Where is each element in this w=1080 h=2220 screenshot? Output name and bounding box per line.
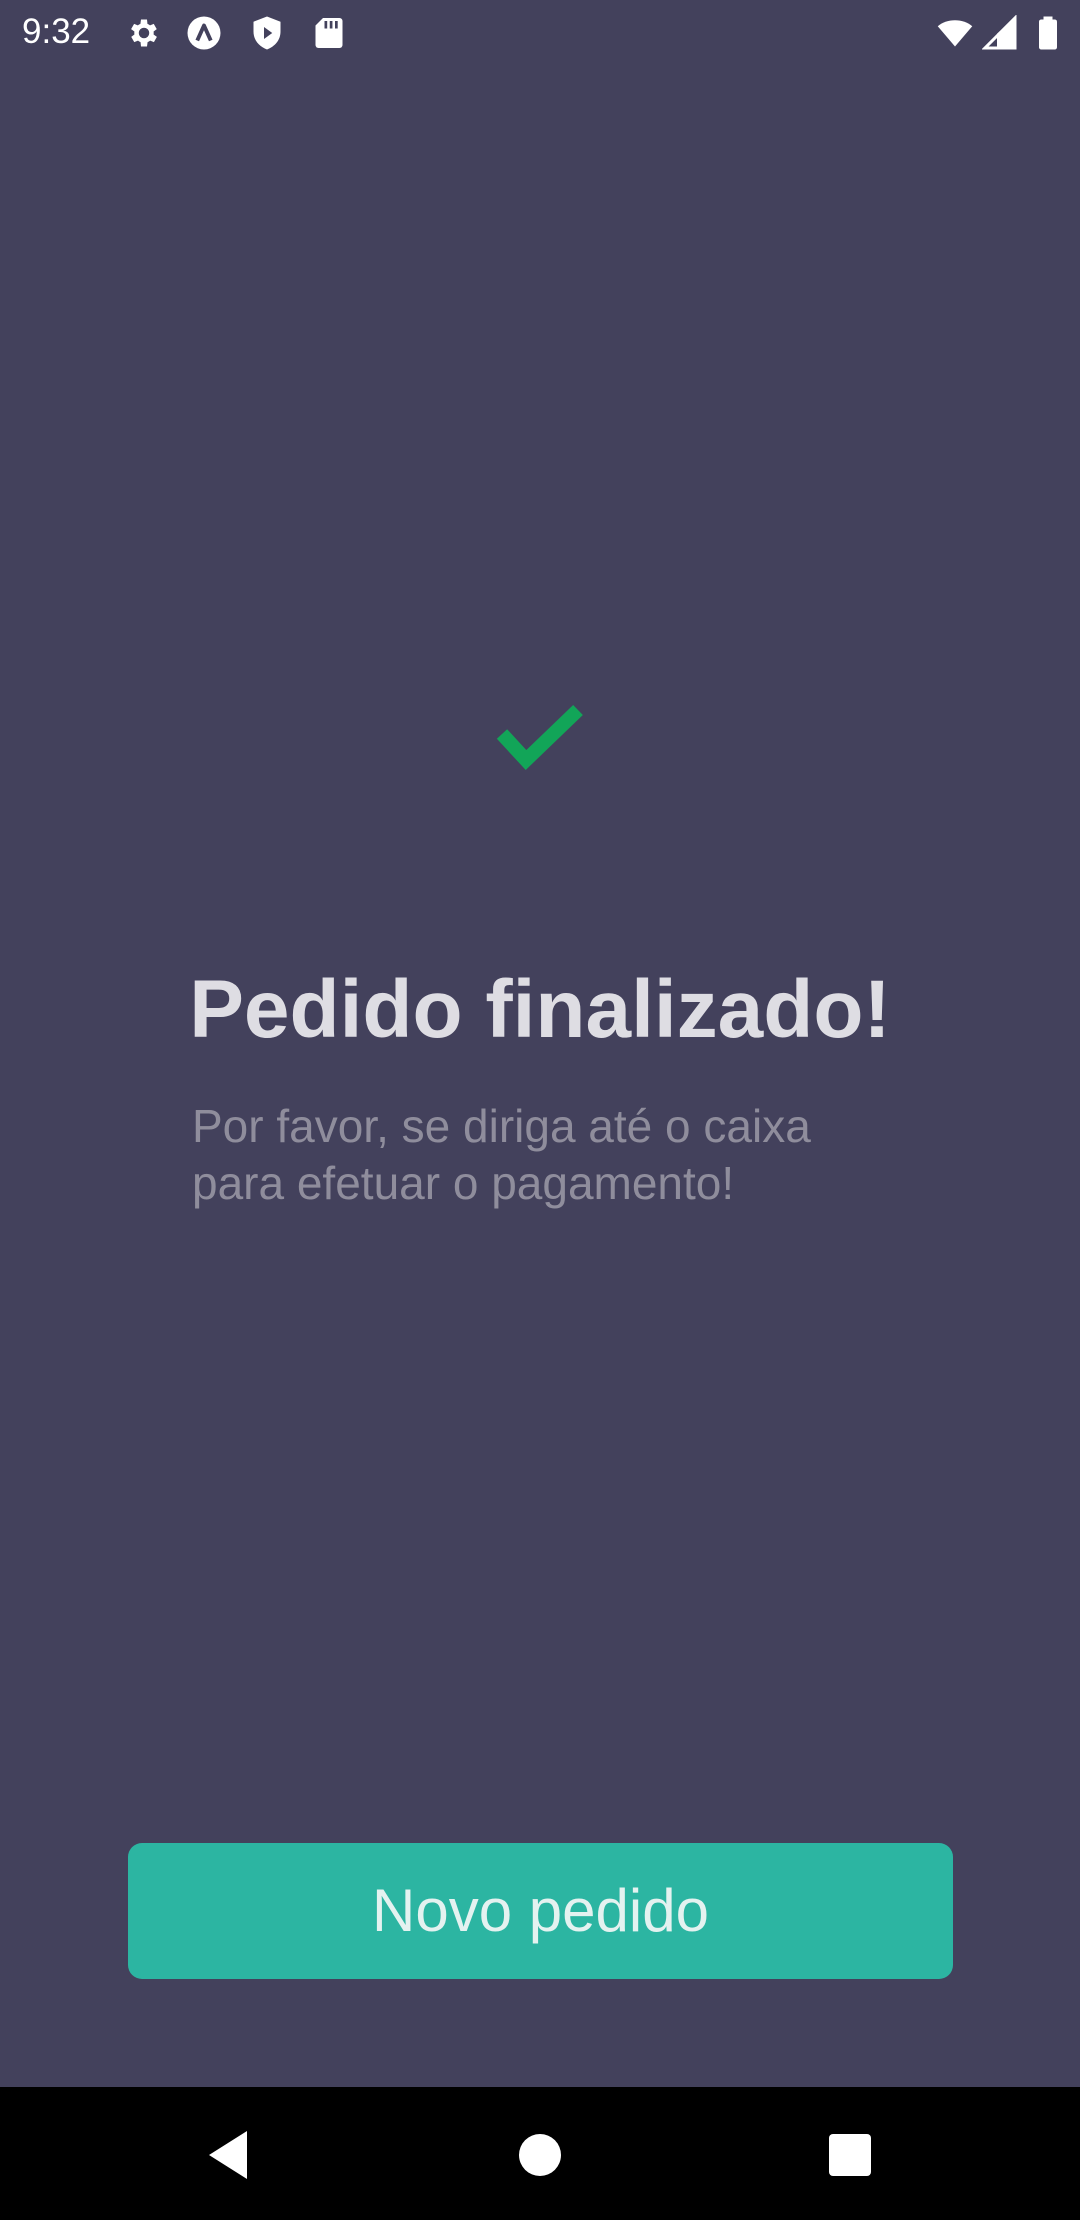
home-icon[interactable] [500, 2115, 580, 2195]
page-title: Pedido finalizado! [189, 964, 891, 1055]
cell-signal-icon [982, 15, 1018, 51]
status-time: 9:32 [22, 12, 91, 51]
instruction-line-2: para efetuar o pagamento! [192, 1157, 735, 1209]
back-icon[interactable] [191, 2115, 271, 2195]
instruction-line-1: Por favor, se diriga até o caixa [192, 1100, 811, 1152]
wifi-icon [937, 15, 973, 51]
app-a-icon [186, 15, 222, 51]
shield-play-icon [249, 15, 285, 51]
status-bar: 9:32 [0, 0, 1080, 66]
navigation-bar [0, 2087, 1080, 2220]
settings-gear-icon [126, 15, 162, 51]
battery-icon [1030, 15, 1066, 51]
new-order-button[interactable]: Novo pedido [128, 1843, 953, 1979]
recents-icon[interactable] [810, 2115, 890, 2195]
checkmark-icon [496, 702, 584, 772]
instruction-text: Por favor, se diriga até o caixa para ef… [192, 1098, 912, 1212]
sd-card-icon [311, 15, 347, 51]
